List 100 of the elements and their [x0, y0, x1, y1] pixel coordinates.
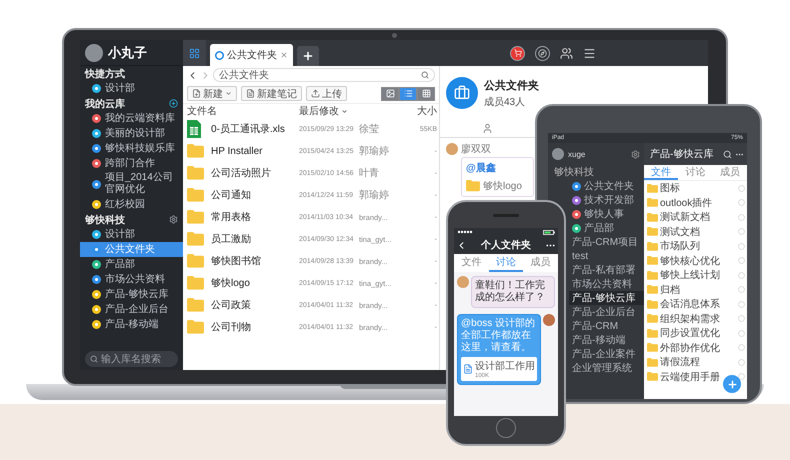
folder-tab[interactable]: 公共文件夹: [210, 44, 293, 66]
search-icon: [90, 355, 98, 363]
file-name[interactable]: 公司通知: [211, 184, 299, 206]
sort-caret-icon: [341, 108, 348, 114]
library-item[interactable]: 公共文件夹: [569, 179, 644, 193]
library-item[interactable]: 产品-够快云库: [80, 287, 183, 302]
file-name[interactable]: 0-员工通讯录.xls: [211, 118, 299, 140]
folder-icon: [647, 212, 658, 222]
file-name[interactable]: 常用表格: [211, 206, 299, 228]
add-button[interactable]: [723, 375, 741, 393]
file-name[interactable]: 够快核心优化: [660, 254, 720, 268]
toolbar-button[interactable]: 新建笔记: [241, 86, 302, 101]
members-tab-icon[interactable]: [482, 123, 493, 134]
file-name[interactable]: 市场队列: [660, 239, 700, 254]
view-tab[interactable]: 成员: [712, 165, 747, 180]
close-icon[interactable]: [280, 51, 288, 59]
file-name[interactable]: 测试文档: [660, 224, 700, 239]
settings-icon[interactable]: [169, 215, 178, 224]
library-item[interactable]: 产品-CRM: [569, 319, 644, 333]
file-name[interactable]: 公司刊物: [211, 316, 299, 338]
users-icon[interactable]: [560, 46, 573, 60]
folder-icon: [187, 276, 204, 290]
avatar-icon: [446, 143, 458, 155]
file-name[interactable]: outlook插件: [660, 196, 712, 210]
status-circle-icon: [738, 257, 745, 264]
library-item[interactable]: 设计部: [80, 227, 183, 242]
file-name[interactable]: 够快图书馆: [211, 250, 299, 272]
file-name[interactable]: 图标: [660, 181, 680, 196]
folder-icon: [647, 372, 658, 382]
settings-icon[interactable]: [631, 150, 640, 158]
file-name[interactable]: 员工激励: [211, 228, 299, 250]
library-item[interactable]: 产品-企业后台: [80, 302, 183, 317]
attachment-name[interactable]: 够快logo: [483, 179, 522, 193]
library-item[interactable]: 产品-企业案件: [569, 347, 644, 361]
file-name[interactable]: 会话消息体系: [660, 297, 720, 312]
view-mode-button[interactable]: [381, 86, 399, 100]
file-name[interactable]: 组织架构需求: [660, 312, 720, 326]
library-item[interactable]: test: [569, 249, 644, 263]
file-name[interactable]: 同步设置优化: [660, 326, 720, 340]
file-name[interactable]: 云端使用手册: [660, 370, 720, 384]
library-item[interactable]: 产品部: [80, 257, 183, 272]
library-item[interactable]: 产品-私有部署: [569, 263, 644, 277]
column-header[interactable]: 大小: [407, 104, 437, 118]
view-tab[interactable]: 文件: [454, 254, 489, 272]
status-circle-icon: [738, 242, 745, 250]
library-item[interactable]: 产品部: [569, 221, 644, 235]
library-item[interactable]: 产品-CRM项目: [569, 235, 644, 249]
column-header[interactable]: 最后修改: [299, 104, 407, 118]
mention-link[interactable]: @晨鑫: [466, 161, 529, 175]
view-mode-button[interactable]: [417, 86, 435, 100]
column-header[interactable]: 文件名: [187, 104, 299, 118]
new-tab-button[interactable]: [297, 46, 319, 66]
plus-icon: [302, 50, 314, 62]
library-item[interactable]: 产品-企业后台: [569, 305, 644, 319]
folder-icon: [187, 320, 204, 334]
folder-icon: [647, 198, 658, 208]
section-title: 够快科技: [553, 166, 595, 179]
search-icon[interactable]: [421, 71, 429, 79]
file-name[interactable]: 够快上线计划: [660, 268, 720, 282]
file-name[interactable]: HP Installer: [211, 140, 299, 162]
library-item[interactable]: 市场公共资料: [569, 277, 644, 291]
home-button[interactable]: [496, 418, 516, 438]
cart-icon[interactable]: [510, 46, 525, 60]
library-item[interactable]: 红杉校园: [80, 197, 183, 212]
library-item[interactable]: 产品-移动端: [80, 317, 183, 332]
file-name[interactable]: 够快logo: [211, 272, 299, 294]
add-icon[interactable]: [169, 99, 178, 108]
library-item[interactable]: 够快科技娱乐库: [80, 141, 183, 156]
library-item[interactable]: 产品-移动端: [569, 333, 644, 347]
library-item[interactable]: 市场公共资料: [80, 272, 183, 287]
library-item[interactable]: 企业管理系统: [569, 361, 644, 375]
file-name[interactable]: 公司活动照片: [211, 162, 299, 184]
caret-icon: [225, 90, 232, 97]
apps-button[interactable]: [183, 40, 206, 66]
view-tab[interactable]: 成员: [523, 254, 558, 272]
library-item[interactable]: 我的云端资料库: [80, 111, 183, 126]
view-mode-button[interactable]: [399, 86, 417, 100]
library-item[interactable]: 产品-够快云库: [569, 291, 644, 305]
battery-icon: [543, 230, 555, 234]
view-tab[interactable]: 讨论: [678, 165, 713, 180]
library-item[interactable]: 美丽的设计部: [80, 126, 183, 141]
file-name[interactable]: 外部协作优化: [660, 340, 720, 355]
user-name: 小丸子: [108, 44, 147, 62]
file-name[interactable]: 公司政策: [211, 294, 299, 316]
library-item[interactable]: 够快人事: [569, 207, 644, 221]
library-item[interactable]: 设计部: [80, 81, 183, 96]
library-item[interactable]: 技术开发部: [569, 193, 644, 207]
menu-icon[interactable]: [583, 46, 596, 60]
status-circle-icon: [738, 315, 745, 322]
toolbar-button[interactable]: 新建: [187, 86, 237, 101]
owner-name: 徐莹: [359, 122, 380, 137]
library-item[interactable]: 项目_2014公司官网优化: [80, 171, 183, 197]
list-view-icon: [404, 89, 412, 98]
toolbar-button[interactable]: 上传: [306, 86, 347, 101]
library-item[interactable]: 跨部门合作: [80, 156, 183, 171]
file-name[interactable]: 请假流程: [660, 355, 700, 370]
file-name[interactable]: 归档: [660, 282, 680, 297]
path-field[interactable]: 公共文件夹: [213, 68, 435, 82]
file-name[interactable]: 测试新文档: [660, 210, 710, 224]
compass-icon[interactable]: [535, 46, 550, 60]
